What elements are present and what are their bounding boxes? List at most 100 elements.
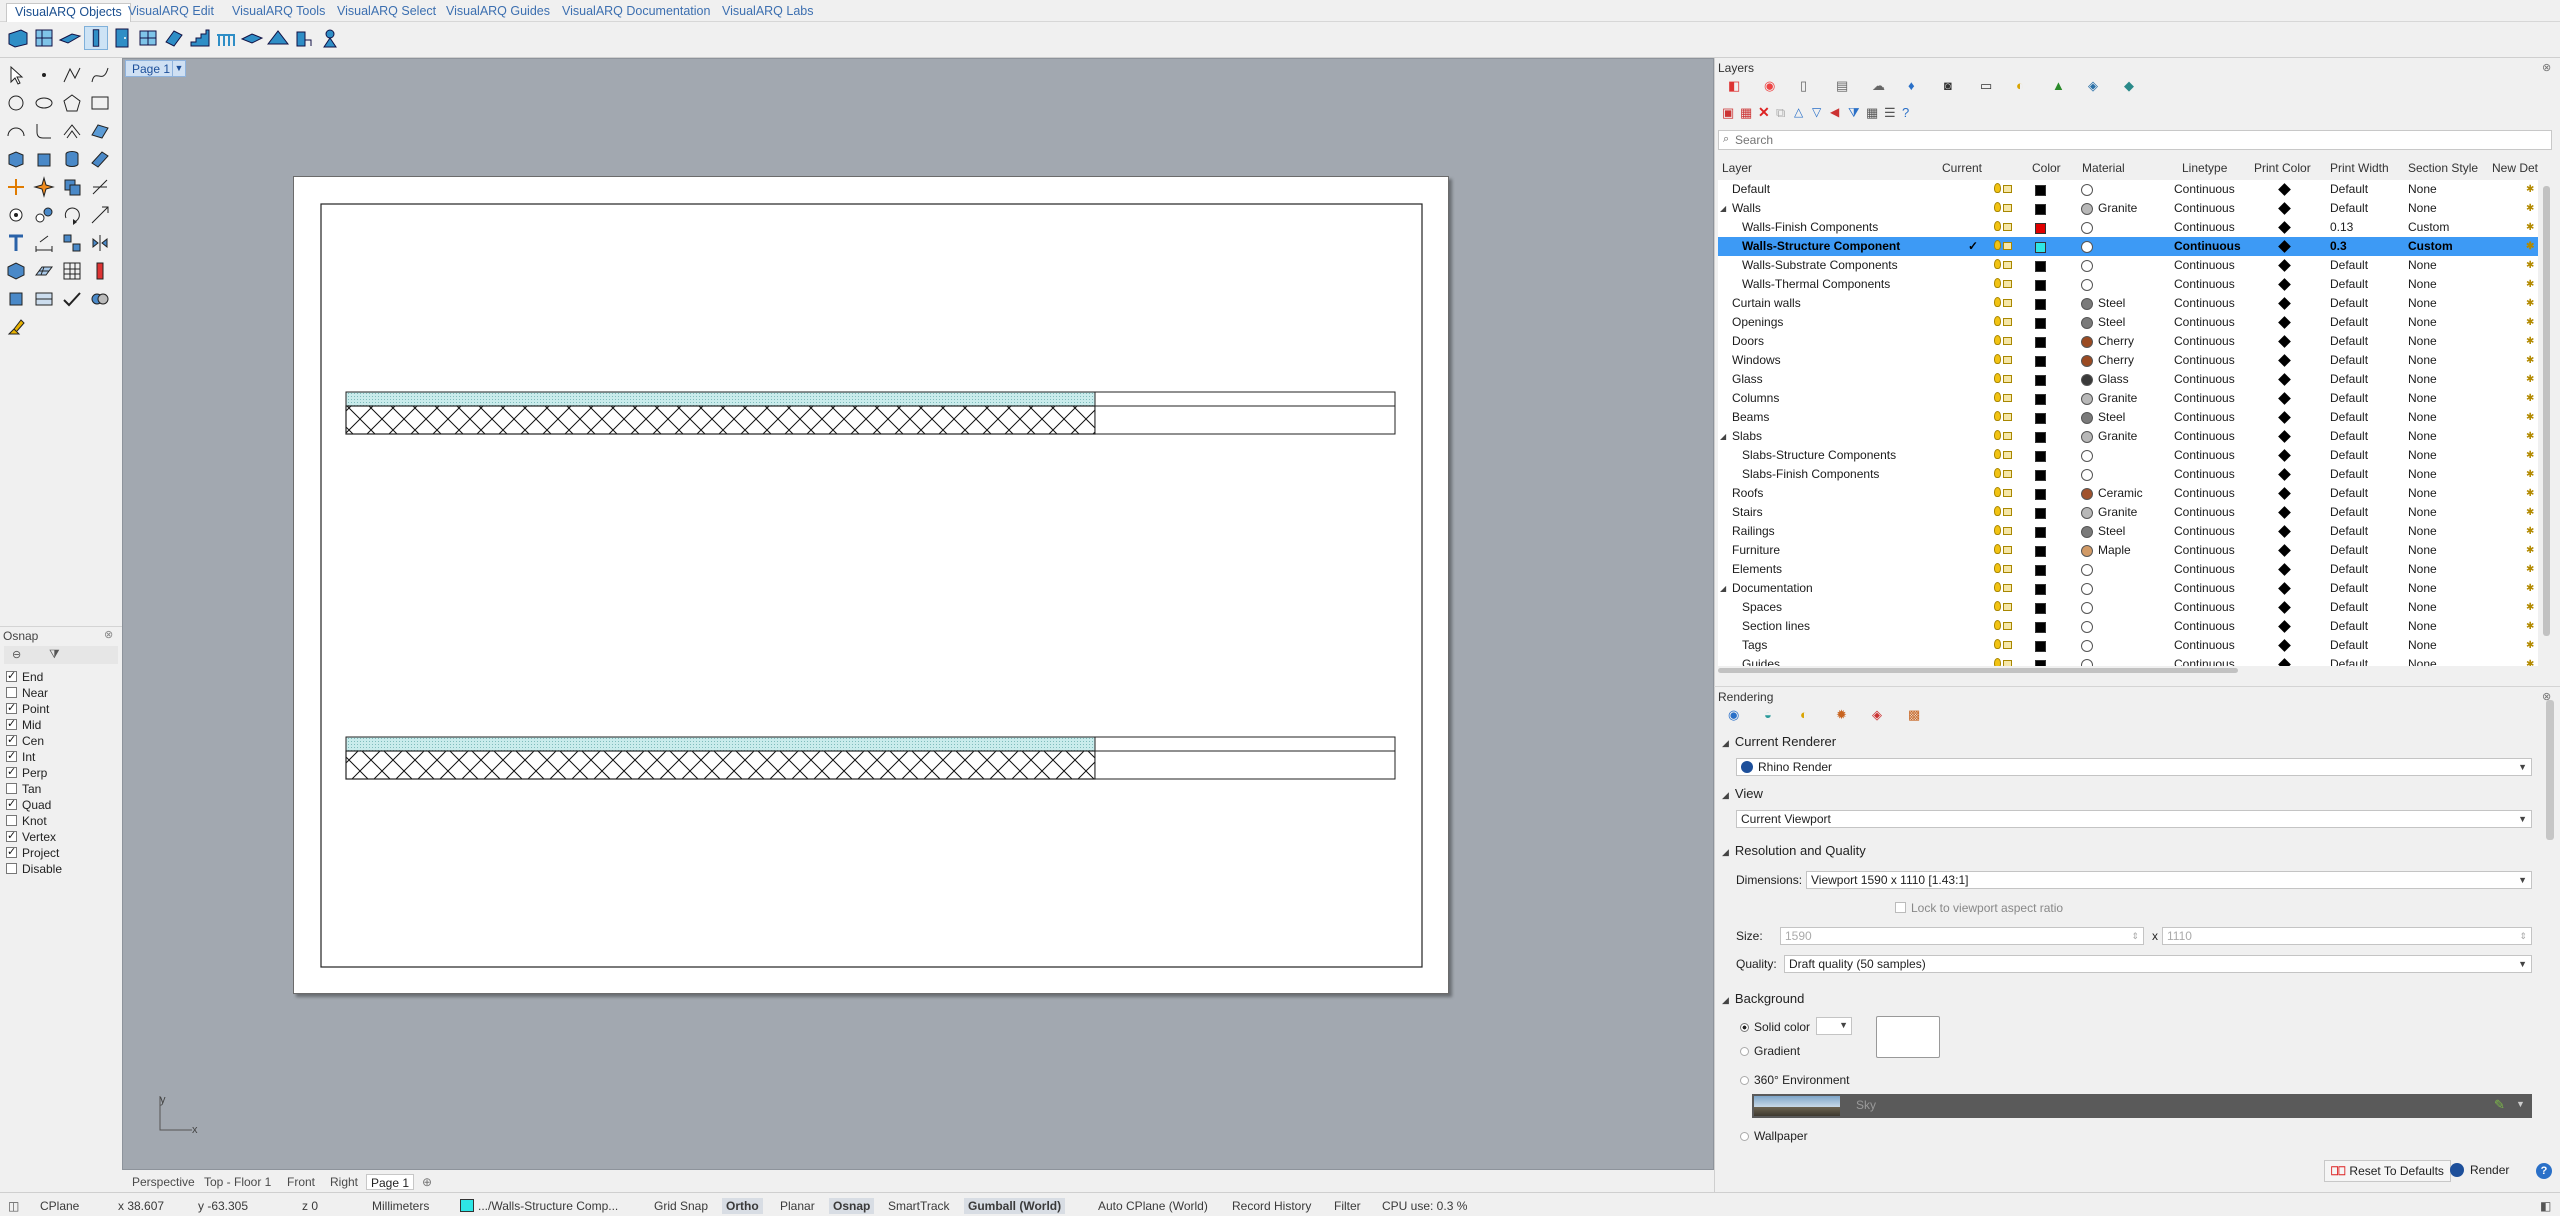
text-icon[interactable] bbox=[5, 232, 27, 254]
cylinder-icon[interactable] bbox=[61, 148, 83, 170]
print-width[interactable]: Default bbox=[2330, 351, 2368, 370]
col-print-width[interactable]: Print Width bbox=[2330, 161, 2389, 175]
layout-icon[interactable] bbox=[33, 288, 55, 310]
layer-hscrollbar-thumb[interactable] bbox=[1718, 668, 2238, 673]
tab-visualarq-tools[interactable]: VisualARQ Tools bbox=[224, 3, 333, 22]
tab-visualarq-guides[interactable]: VisualARQ Guides bbox=[438, 3, 558, 22]
print-color-icon[interactable] bbox=[2278, 658, 2291, 666]
layer-color-swatch[interactable] bbox=[2035, 242, 2046, 253]
lock-icon[interactable] bbox=[2003, 489, 2012, 497]
tab-visualarq-labs[interactable]: VisualARQ Labs bbox=[714, 3, 822, 22]
linetype[interactable]: Continuous bbox=[2174, 199, 2235, 218]
tab-front[interactable]: Front bbox=[287, 1174, 315, 1190]
print-color-icon[interactable] bbox=[2278, 373, 2291, 386]
print-width[interactable]: Default bbox=[2330, 484, 2368, 503]
new-layer-icon[interactable]: ▣ bbox=[1722, 105, 1738, 121]
lock-icon[interactable] bbox=[2003, 223, 2012, 231]
material-icon[interactable] bbox=[2081, 317, 2093, 329]
material-icon[interactable] bbox=[2081, 469, 2093, 481]
status-grid-snap[interactable]: Grid Snap bbox=[654, 1198, 708, 1214]
box-icon[interactable] bbox=[5, 148, 27, 170]
new-detail-icon[interactable]: ✱ bbox=[2526, 446, 2534, 465]
material-icon[interactable] bbox=[2081, 564, 2093, 576]
view-select[interactable]: Current Viewport ▼ bbox=[1736, 810, 2532, 828]
layer-row[interactable]: Walls-Finish Components Continuous 0.13 Cus… bbox=[1718, 218, 2538, 237]
material-icon[interactable] bbox=[2081, 298, 2093, 310]
new-detail-icon[interactable]: ✱ bbox=[2526, 275, 2534, 294]
element-icon[interactable] bbox=[318, 26, 342, 50]
new-detail-icon[interactable]: ✱ bbox=[2526, 427, 2534, 446]
osnap-end[interactable]: End bbox=[6, 669, 43, 685]
linetype[interactable]: Continuous bbox=[2174, 655, 2235, 666]
osnap-project[interactable]: Project bbox=[6, 845, 59, 861]
osnap-cen[interactable]: Cen bbox=[6, 733, 44, 749]
section-style[interactable]: None bbox=[2408, 636, 2437, 655]
print-color-icon[interactable] bbox=[2278, 240, 2291, 253]
layer-color-swatch[interactable] bbox=[2035, 204, 2046, 215]
vaobjects-tab-icon[interactable]: ▲ bbox=[2052, 78, 2068, 94]
print-width[interactable]: Default bbox=[2330, 655, 2368, 666]
linetype[interactable]: Continuous bbox=[2174, 256, 2235, 275]
new-detail-icon[interactable]: ✱ bbox=[2526, 655, 2534, 666]
render-mesh-icon[interactable] bbox=[5, 288, 27, 310]
section-style[interactable]: None bbox=[2408, 275, 2437, 294]
new-detail-icon[interactable]: ✱ bbox=[2526, 579, 2534, 598]
section-style[interactable]: None bbox=[2408, 446, 2437, 465]
lock-icon[interactable] bbox=[2003, 356, 2012, 364]
osnap-mid[interactable]: Mid bbox=[6, 717, 41, 733]
material-icon[interactable] bbox=[2081, 374, 2093, 386]
lock-aspect-checkbox[interactable] bbox=[1895, 902, 1906, 913]
layer-name[interactable]: Tags bbox=[1742, 636, 1767, 655]
lock-icon[interactable] bbox=[2003, 337, 2012, 345]
section-style[interactable]: None bbox=[2408, 484, 2437, 503]
linetype[interactable]: Continuous bbox=[2174, 180, 2235, 199]
print-width[interactable]: Default bbox=[2330, 370, 2368, 389]
layer-row[interactable]: Walls-Structure Component ✓ Continuous 0.3 C… bbox=[1718, 237, 2538, 256]
rendering-scrollbar-thumb[interactable] bbox=[2546, 700, 2554, 840]
layer-row[interactable]: Openings Steel Continuous Default None ✱ bbox=[1718, 313, 2538, 332]
layer-color-swatch[interactable] bbox=[2035, 565, 2046, 576]
print-color-icon[interactable] bbox=[2278, 335, 2291, 348]
visible-bulb-icon[interactable] bbox=[1994, 601, 2001, 611]
new-detail-icon[interactable]: ✱ bbox=[2526, 218, 2534, 237]
lock-icon[interactable] bbox=[2003, 603, 2012, 611]
osnap-perp-checkbox[interactable] bbox=[6, 767, 17, 778]
print-color-icon[interactable] bbox=[2278, 639, 2291, 652]
linetype[interactable]: Continuous bbox=[2174, 351, 2235, 370]
osnap-knot-checkbox[interactable] bbox=[6, 815, 17, 826]
layer-name[interactable]: Railings bbox=[1732, 522, 1775, 541]
tab-perspective[interactable]: Perspective bbox=[132, 1174, 195, 1190]
print-color-icon[interactable] bbox=[2278, 601, 2291, 614]
print-width[interactable]: 0.13 bbox=[2330, 218, 2353, 237]
layers-tab-icon[interactable]: ◧ bbox=[1728, 78, 1744, 94]
dimensions-select[interactable]: Viewport 1590 x 1110 [1.43:1] ▼ bbox=[1806, 871, 2532, 889]
check-icon[interactable] bbox=[61, 288, 83, 310]
visible-bulb-icon[interactable] bbox=[1994, 544, 2001, 554]
status-smarttrack[interactable]: SmartTrack bbox=[888, 1198, 950, 1214]
visible-bulb-icon[interactable] bbox=[1994, 297, 2001, 307]
roof-icon[interactable] bbox=[266, 26, 290, 50]
material-name[interactable]: Granite bbox=[2098, 427, 2137, 446]
layer-name[interactable]: Curtain walls bbox=[1732, 294, 1801, 313]
layer-row[interactable]: Stairs Granite Continuous Default None ✱ bbox=[1718, 503, 2538, 522]
new-detail-icon[interactable]: ✱ bbox=[2526, 636, 2534, 655]
visible-bulb-icon[interactable] bbox=[1994, 620, 2001, 630]
bg-solid-radio[interactable] bbox=[1740, 1023, 1749, 1032]
mirror-icon[interactable] bbox=[89, 232, 111, 254]
furniture-icon[interactable] bbox=[292, 26, 316, 50]
layer-name[interactable]: Spaces bbox=[1742, 598, 1782, 617]
tab-visualarq-documentation[interactable]: VisualARQ Documentation bbox=[554, 3, 718, 22]
layer-color-swatch[interactable] bbox=[2035, 622, 2046, 633]
lock-icon[interactable] bbox=[2003, 261, 2012, 269]
bg-360-radio[interactable] bbox=[1740, 1076, 1749, 1085]
polygon-icon[interactable] bbox=[61, 92, 83, 114]
layer-name[interactable]: Walls-Thermal Components bbox=[1742, 275, 1890, 294]
material-name[interactable]: Steel bbox=[2098, 522, 2125, 541]
layer-name[interactable]: Walls-Structure Component bbox=[1742, 237, 1900, 256]
layer-row[interactable]: Doors Cherry Continuous Default None ✱ bbox=[1718, 332, 2538, 351]
material-icon[interactable] bbox=[2081, 621, 2093, 633]
layer-color-swatch[interactable] bbox=[2035, 432, 2046, 443]
osnap-cen-checkbox[interactable] bbox=[6, 735, 17, 746]
material-name[interactable]: Granite bbox=[2098, 199, 2137, 218]
osnap-perp[interactable]: Perp bbox=[6, 765, 47, 781]
